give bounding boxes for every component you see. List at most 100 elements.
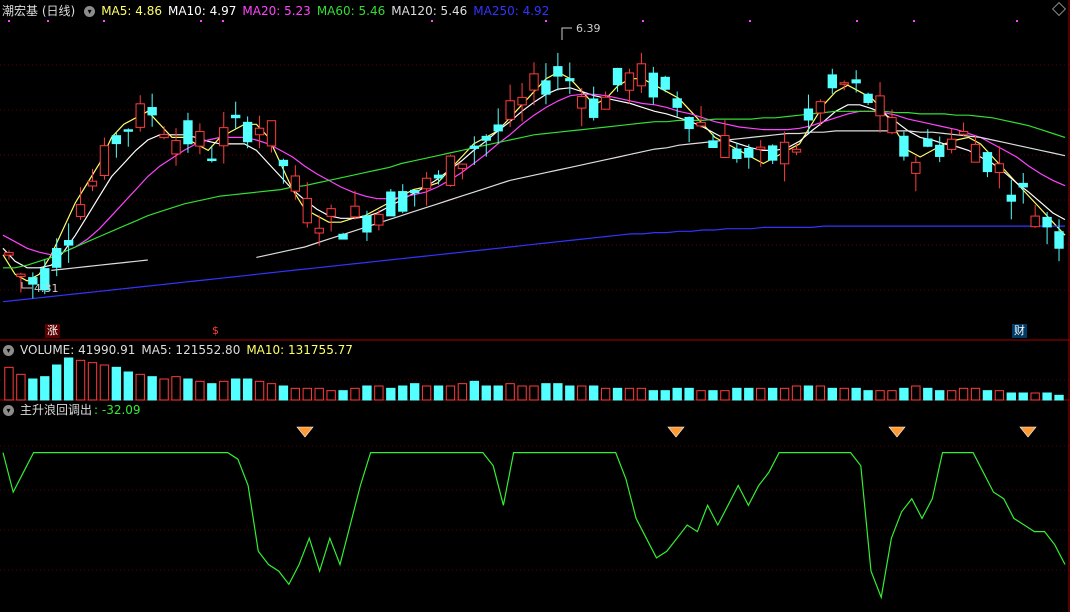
volume-bar[interactable]: [1054, 394, 1064, 401]
volume-bar[interactable]: [529, 385, 539, 401]
volume-bar[interactable]: [505, 383, 515, 401]
candle-up[interactable]: [756, 146, 766, 150]
candle-up[interactable]: [839, 82, 849, 85]
candle-down[interactable]: [935, 144, 945, 157]
candle-down[interactable]: [63, 240, 74, 246]
candle-up[interactable]: [970, 143, 981, 163]
candle-up[interactable]: [4, 252, 14, 256]
candle-down[interactable]: [660, 76, 670, 90]
candle-down[interactable]: [1042, 216, 1052, 228]
candle-up[interactable]: [254, 127, 265, 136]
volume-bar[interactable]: [123, 371, 133, 401]
diamond-signal-icon[interactable]: [1019, 426, 1037, 438]
volume-bar[interactable]: [732, 387, 742, 401]
volume-bar[interactable]: [398, 385, 408, 401]
event-tag-finance[interactable]: 财: [1012, 324, 1027, 338]
candle-down[interactable]: [278, 159, 289, 167]
volume-bar[interactable]: [350, 387, 360, 401]
volume-bar[interactable]: [493, 385, 503, 401]
volume-bar[interactable]: [624, 387, 635, 401]
diamond-signal-icon[interactable]: [667, 426, 685, 438]
candle-down[interactable]: [409, 189, 420, 194]
volume-bar[interactable]: [469, 380, 480, 401]
stock-chart[interactable]: [0, 0, 1070, 612]
settings-circle-icon[interactable]: ▾: [84, 6, 96, 17]
volume-bar[interactable]: [887, 390, 897, 401]
candle-down[interactable]: [123, 129, 133, 132]
candle-up[interactable]: [16, 273, 26, 277]
candle-up[interactable]: [135, 103, 145, 128]
candle-down[interactable]: [147, 107, 157, 116]
volume-bar[interactable]: [767, 387, 778, 401]
volume-bar[interactable]: [684, 387, 694, 401]
volume-bar[interactable]: [338, 390, 348, 401]
volume-bar[interactable]: [266, 383, 277, 401]
candle-up[interactable]: [374, 213, 384, 226]
candle-up[interactable]: [636, 63, 647, 87]
volume-bar[interactable]: [815, 385, 826, 401]
candle-up[interactable]: [577, 96, 587, 109]
volume-bar[interactable]: [1030, 392, 1040, 401]
candle-down[interactable]: [767, 145, 778, 161]
candle-down[interactable]: [923, 138, 933, 147]
volume-bar[interactable]: [63, 357, 74, 401]
candle-down[interactable]: [732, 148, 742, 160]
candle-down[interactable]: [803, 108, 814, 121]
candle-down[interactable]: [52, 248, 62, 268]
candle-down[interactable]: [553, 66, 563, 77]
candle-down[interactable]: [111, 135, 122, 145]
candle-up[interactable]: [1030, 215, 1040, 228]
volume-bar[interactable]: [52, 364, 62, 401]
volume-bar[interactable]: [958, 387, 969, 401]
volume-bar[interactable]: [577, 385, 587, 401]
volume-bar[interactable]: [326, 390, 336, 401]
volume-bar[interactable]: [803, 385, 814, 401]
volume-bar[interactable]: [219, 380, 229, 401]
candle-down[interactable]: [744, 147, 754, 158]
candle-down[interactable]: [433, 174, 444, 179]
candle-up[interactable]: [350, 205, 360, 218]
volume-bar[interactable]: [970, 387, 981, 401]
volume-bar[interactable]: [553, 383, 563, 401]
candle-up[interactable]: [99, 145, 110, 177]
volume-bar[interactable]: [588, 385, 599, 401]
volume-bar[interactable]: [314, 387, 324, 401]
candle-up[interactable]: [720, 135, 730, 159]
volume-bar[interactable]: [827, 387, 837, 401]
candle-up[interactable]: [529, 73, 539, 91]
volume-bar[interactable]: [28, 378, 38, 401]
volume-bar[interactable]: [4, 366, 14, 401]
volume-bar[interactable]: [994, 390, 1005, 401]
volume-bar[interactable]: [135, 373, 145, 401]
volume-bar[interactable]: [183, 378, 193, 401]
volume-bar[interactable]: [111, 366, 122, 401]
volume-bar[interactable]: [1018, 392, 1028, 401]
candle-down[interactable]: [469, 145, 480, 149]
volume-bar[interactable]: [421, 385, 432, 401]
candle-up[interactable]: [314, 227, 324, 234]
candle-down[interactable]: [338, 233, 348, 240]
volume-bar[interactable]: [923, 387, 933, 401]
volume-bar[interactable]: [791, 385, 802, 401]
volume-settings-icon[interactable]: ▾: [3, 345, 14, 356]
volume-bar[interactable]: [541, 383, 551, 401]
candle-up[interactable]: [696, 121, 706, 127]
volume-bar[interactable]: [565, 385, 575, 401]
candle-up[interactable]: [195, 131, 205, 147]
volume-bar[interactable]: [648, 390, 659, 401]
candle-up[interactable]: [911, 161, 921, 174]
volume-bar[interactable]: [708, 390, 718, 401]
candle-down[interactable]: [827, 74, 837, 89]
volume-bar[interactable]: [290, 387, 301, 401]
volume-bar[interactable]: [720, 390, 730, 401]
volume-bar[interactable]: [278, 385, 289, 401]
candle-up[interactable]: [326, 208, 336, 217]
volume-bar[interactable]: [851, 387, 861, 401]
volume-bar[interactable]: [99, 364, 110, 401]
candle-up[interactable]: [791, 148, 802, 153]
candle-down[interactable]: [1054, 231, 1064, 249]
candle-down[interactable]: [851, 79, 861, 84]
candle-up[interactable]: [87, 180, 98, 187]
candle-down[interactable]: [207, 158, 217, 162]
volume-bar[interactable]: [433, 385, 444, 401]
